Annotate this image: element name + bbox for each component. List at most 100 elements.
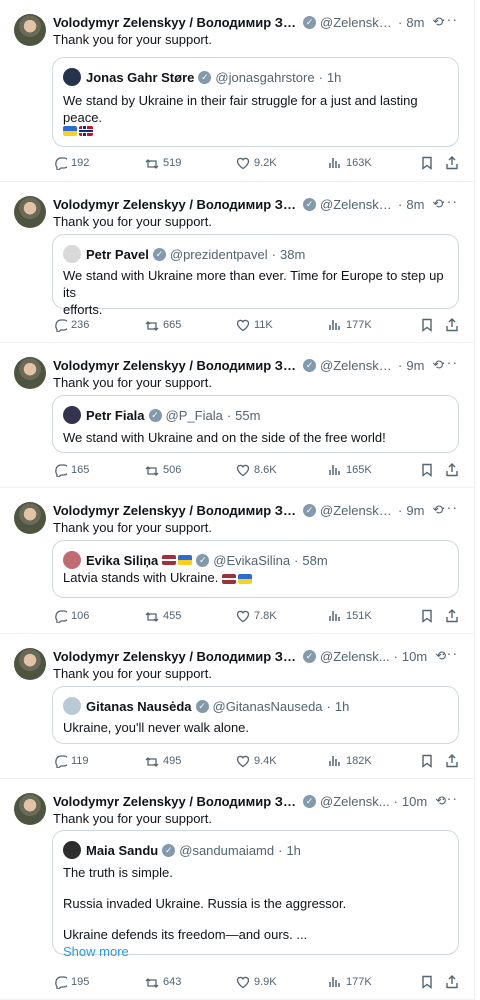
repost-button[interactable]: 506 — [145, 463, 181, 477]
reply-button[interactable]: 192 — [53, 156, 89, 170]
views-button[interactable]: 182K — [328, 754, 372, 768]
quote-avatar[interactable] — [63, 551, 81, 569]
quote-author-name[interactable]: Jonas Gahr Støre — [86, 70, 194, 85]
more-options-icon[interactable]: ··· — [441, 499, 458, 515]
quote-author-handle[interactable]: @prezidentpavel — [170, 247, 268, 262]
quoted-tweet[interactable]: Gitanas Nausėda ✓ @GitanasNauseda · 1h Ukrain… — [52, 686, 459, 744]
repost-button[interactable]: 455 — [145, 609, 181, 623]
repost-button[interactable]: 665 — [145, 318, 181, 332]
more-options-icon[interactable]: ··· — [441, 193, 458, 209]
views-button[interactable]: 163K — [328, 156, 372, 170]
reply-button[interactable]: 165 — [53, 463, 89, 477]
tweet[interactable]: Volodymyr Zelenskyy / Володимир Зеле... ✓… — [0, 488, 474, 634]
share-button[interactable] — [445, 156, 463, 170]
quote-author-name[interactable]: Evika Siliņa — [86, 553, 158, 568]
tweet-timestamp[interactable]: 10m — [402, 794, 427, 809]
more-options-icon[interactable]: ··· — [441, 11, 458, 27]
like-button[interactable]: 7.8K — [236, 609, 277, 623]
views-button[interactable]: 177K — [328, 318, 372, 332]
quote-avatar[interactable] — [63, 245, 81, 263]
quote-timestamp[interactable]: 55m — [235, 408, 260, 423]
author-avatar[interactable] — [14, 502, 46, 534]
bookmark-button[interactable] — [420, 318, 438, 332]
share-button[interactable] — [445, 318, 463, 332]
bookmark-button[interactable] — [420, 156, 438, 170]
quoted-tweet[interactable]: Petr Pavel ✓ @prezidentpavel · 38m We stand w… — [52, 234, 459, 317]
repost-button[interactable]: 643 — [145, 975, 181, 989]
bookmark-button[interactable] — [420, 975, 438, 989]
bookmark-button[interactable] — [420, 754, 438, 768]
more-options-icon[interactable]: ··· — [441, 354, 458, 370]
reply-button[interactable]: 119 — [53, 754, 89, 768]
share-button[interactable] — [445, 975, 463, 989]
author-name[interactable]: Volodymyr Zelenskyy / Володимир Зеле... — [53, 358, 299, 373]
quoted-tweet[interactable]: Petr Fiala ✓ @P_Fiala · 55m We stand with Ukr… — [52, 395, 459, 453]
like-button[interactable]: 8.6K — [236, 463, 277, 477]
author-handle[interactable]: @Zelensky... — [320, 503, 394, 518]
reply-button[interactable]: 236 — [53, 318, 89, 332]
quote-author-handle[interactable]: @GitanasNauseda — [213, 699, 323, 714]
quote-timestamp[interactable]: 1h — [335, 699, 349, 714]
more-options-icon[interactable]: ··· — [441, 645, 458, 661]
author-name[interactable]: Volodymyr Zelenskyy / Володимир Зеле... — [53, 197, 299, 212]
show-more-link[interactable]: Show more — [63, 943, 448, 960]
reply-button[interactable]: 195 — [53, 975, 89, 989]
quote-author-name[interactable]: Petr Fiala — [86, 408, 145, 423]
quote-timestamp[interactable]: 58m — [302, 553, 327, 568]
quote-author-handle[interactable]: @sandumaiamd — [179, 843, 274, 858]
quote-author-name[interactable]: Petr Pavel — [86, 247, 149, 262]
like-button[interactable]: 9.4K — [236, 754, 277, 768]
share-button[interactable] — [445, 754, 463, 768]
quote-author-name[interactable]: Maia Sandu — [86, 843, 158, 858]
tweet-timestamp[interactable]: 9m — [406, 503, 424, 518]
author-avatar[interactable] — [14, 196, 46, 228]
tweet-timestamp[interactable]: 9m — [406, 358, 424, 373]
share-button[interactable] — [445, 463, 463, 477]
bookmark-button[interactable] — [420, 463, 438, 477]
author-handle[interactable]: @Zelensky... — [320, 15, 394, 30]
quote-avatar[interactable] — [63, 68, 81, 86]
tweet[interactable]: Volodymyr Zelenskyy / Володимир Зеле... ✓… — [0, 0, 474, 182]
repost-button[interactable]: 519 — [145, 156, 181, 170]
tweet-timestamp[interactable]: 8m — [406, 197, 424, 212]
author-handle[interactable]: @Zelensk... — [320, 649, 390, 664]
author-avatar[interactable] — [14, 648, 46, 680]
quote-timestamp[interactable]: 1h — [286, 843, 300, 858]
tweet[interactable]: Volodymyr Zelenskyy / Володимир Зел... ✓ @… — [0, 779, 474, 1000]
quote-avatar[interactable] — [63, 406, 81, 424]
quoted-tweet[interactable]: Evika Siliņa ✓ @EvikaSilina · 58m Latvia stan… — [52, 540, 459, 598]
author-name[interactable]: Volodymyr Zelenskyy / Володимир Зеле... — [53, 15, 299, 30]
quote-timestamp[interactable]: 38m — [280, 247, 305, 262]
reply-button[interactable]: 106 — [53, 609, 89, 623]
author-name[interactable]: Volodymyr Zelenskyy / Володимир Зеле... — [53, 503, 299, 518]
views-button[interactable]: 151K — [328, 609, 372, 623]
tweet[interactable]: Volodymyr Zelenskyy / Володимир Зеле... ✓… — [0, 182, 474, 343]
author-avatar[interactable] — [14, 357, 46, 389]
repost-button[interactable]: 495 — [145, 754, 181, 768]
quoted-tweet[interactable]: Maia Sandu ✓ @sandumaiamd · 1h The truth is s… — [52, 830, 459, 959]
author-name[interactable]: Volodymyr Zelenskyy / Володимир Зел... — [53, 649, 299, 664]
like-button[interactable]: 11K — [236, 318, 273, 332]
quote-avatar[interactable] — [63, 697, 81, 715]
author-handle[interactable]: @Zelensky... — [320, 197, 394, 212]
bookmark-button[interactable] — [420, 609, 438, 623]
share-button[interactable] — [445, 609, 463, 623]
tweet-timestamp[interactable]: 8m — [406, 15, 424, 30]
quote-author-name[interactable]: Gitanas Nausėda — [86, 699, 192, 714]
like-button[interactable]: 9.2K — [236, 156, 277, 170]
quote-timestamp[interactable]: 1h — [327, 70, 341, 85]
quoted-tweet[interactable]: Jonas Gahr Støre ✓ @jonasgahrstore · 1h We st… — [52, 57, 459, 147]
author-avatar[interactable] — [14, 14, 46, 46]
more-options-icon[interactable]: ··· — [441, 790, 458, 806]
quote-author-handle[interactable]: @jonasgahrstore — [215, 70, 314, 85]
author-handle[interactable]: @Zelensky... — [320, 358, 394, 373]
views-button[interactable]: 165K — [328, 463, 372, 477]
quote-author-handle[interactable]: @EvikaSilina — [213, 553, 290, 568]
views-button[interactable]: 177K — [328, 975, 372, 989]
author-handle[interactable]: @Zelensk... — [320, 794, 390, 809]
like-button[interactable]: 9.9K — [236, 975, 277, 989]
quote-author-handle[interactable]: @P_Fiala — [166, 408, 223, 423]
tweet[interactable]: Volodymyr Zelenskyy / Володимир Зел... ✓ @… — [0, 634, 474, 779]
author-name[interactable]: Volodymyr Zelenskyy / Володимир Зел... — [53, 794, 299, 809]
quote-avatar[interactable] — [63, 841, 81, 859]
